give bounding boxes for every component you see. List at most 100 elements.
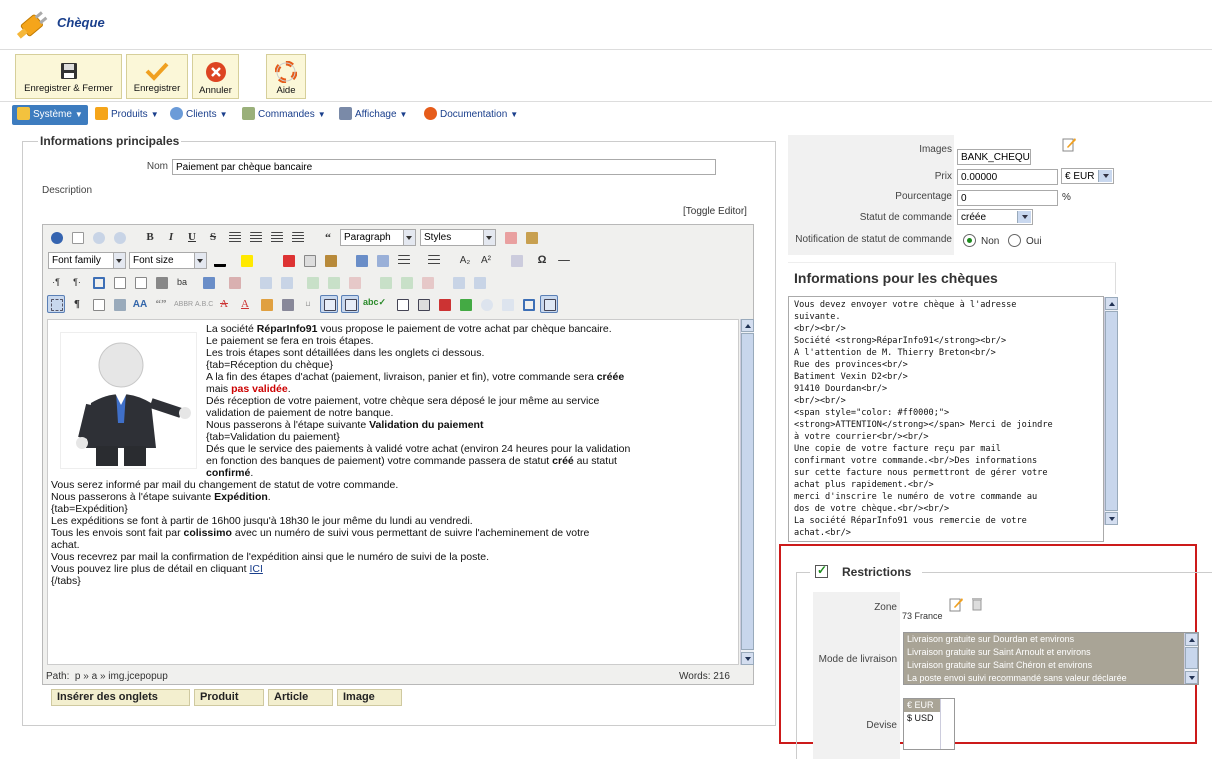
template-icon[interactable] xyxy=(89,295,107,313)
livraison-listbox[interactable]: Livraison gratuite sur Dourdan et enviro… xyxy=(903,632,1199,685)
livraison-option[interactable]: Livraison gratuite sur Saint Arnoult et … xyxy=(904,646,1198,659)
cite-icon[interactable]: “” xyxy=(152,295,170,313)
split-cells-icon[interactable] xyxy=(449,273,467,291)
attributes-icon[interactable] xyxy=(257,295,275,313)
editor-content[interactable]: La société RéparInfo91 vous propose le p… xyxy=(47,319,739,665)
scroll-up-icon[interactable] xyxy=(741,319,754,332)
align-right-icon[interactable] xyxy=(288,228,306,246)
popup-icon[interactable] xyxy=(477,295,495,313)
save-button[interactable]: Enregistrer xyxy=(126,54,188,99)
help-icon[interactable] xyxy=(47,228,65,246)
copy-icon[interactable] xyxy=(300,251,318,269)
del-icon[interactable]: A xyxy=(215,295,233,313)
new-doc-icon[interactable] xyxy=(68,228,86,246)
link-icon[interactable] xyxy=(320,295,338,313)
visual-aid-icon[interactable] xyxy=(47,295,65,313)
editor-text-run[interactable]: ICI xyxy=(249,563,262,575)
ltr-icon[interactable]: ·¶ xyxy=(47,273,65,291)
cheque-textarea[interactable]: Vous devez envoyer votre chèque à l'adre… xyxy=(788,296,1104,542)
paste-icon[interactable] xyxy=(321,251,339,269)
cancel-button[interactable]: Annuler xyxy=(192,54,239,99)
non-radio[interactable] xyxy=(963,234,976,247)
delete-row-icon[interactable] xyxy=(345,273,363,291)
insert-tabs-button[interactable]: Insérer des onglets xyxy=(51,689,190,706)
image-button[interactable]: Image xyxy=(337,689,402,706)
preview-icon[interactable] xyxy=(110,273,128,291)
menu-clients[interactable]: Clients ▼ xyxy=(170,105,228,125)
col-before-icon[interactable] xyxy=(376,273,394,291)
scroll-down-icon[interactable] xyxy=(741,652,754,665)
horizontal-rule-icon[interactable] xyxy=(554,251,572,269)
delete-table-icon[interactable] xyxy=(225,273,243,291)
table-row-props-icon[interactable] xyxy=(256,273,274,291)
images-input[interactable]: BANK_CHEQUE xyxy=(957,149,1031,165)
merge-cells-icon[interactable] xyxy=(470,273,488,291)
unlink-icon[interactable] xyxy=(341,295,359,313)
underline-icon[interactable]: U xyxy=(183,228,201,246)
subscript-icon[interactable]: A₂ xyxy=(456,251,474,269)
strikethrough-icon[interactable]: S xyxy=(204,228,222,246)
highlight-icon[interactable] xyxy=(237,251,255,269)
acronym-icon[interactable]: A.B.C xyxy=(194,295,213,313)
align-center-icon[interactable] xyxy=(246,228,264,246)
table-cell-props-icon[interactable] xyxy=(277,273,295,291)
font-size-select[interactable]: Font size xyxy=(129,252,207,269)
special-char-icon[interactable]: Ω xyxy=(533,251,551,269)
row-before-icon[interactable] xyxy=(303,273,321,291)
print-icon[interactable] xyxy=(152,273,170,291)
align-justify-icon[interactable] xyxy=(225,228,243,246)
fullscreen-icon[interactable] xyxy=(89,273,107,291)
show-blocks-icon[interactable]: ¶ xyxy=(68,295,86,313)
nom-input[interactable]: Paiement par chèque bancaire xyxy=(172,159,716,175)
text-color-icon[interactable] xyxy=(210,251,228,269)
cheque-scroll-thumb[interactable] xyxy=(1105,311,1118,511)
zone-delete-icon[interactable] xyxy=(971,597,983,611)
italic-icon[interactable]: I xyxy=(162,228,180,246)
indent-icon[interactable] xyxy=(352,251,370,269)
align-left-icon[interactable] xyxy=(267,228,285,246)
livraison-option[interactable]: La poste envoi suivi recommandé sans val… xyxy=(904,672,1198,684)
redo-icon[interactable] xyxy=(110,228,128,246)
insert-table-icon[interactable] xyxy=(199,273,217,291)
cheque-scroll-down-icon[interactable] xyxy=(1105,512,1118,525)
outdent-icon[interactable] xyxy=(373,251,391,269)
ins-icon[interactable]: A xyxy=(236,295,254,313)
blockquote-icon[interactable]: “ xyxy=(319,228,337,246)
unordered-list-icon[interactable] xyxy=(424,251,442,269)
edit-pencil-icon[interactable] xyxy=(1061,136,1077,152)
format-select[interactable]: Paragraph xyxy=(340,229,416,246)
undo-icon[interactable] xyxy=(89,228,107,246)
box-icon-btn[interactable] xyxy=(519,295,537,313)
media-icon[interactable] xyxy=(456,295,474,313)
editor-scroll-thumb[interactable] xyxy=(741,333,754,650)
ordered-list-icon[interactable] xyxy=(394,251,412,269)
devise-scrollbar[interactable] xyxy=(940,699,954,749)
livraison-option[interactable]: Livraison gratuite sur Dourdan et enviro… xyxy=(904,633,1198,646)
bold-icon[interactable]: B xyxy=(141,228,159,246)
layer-absolute-icon[interactable] xyxy=(414,295,432,313)
cheque-scroll-up-icon[interactable] xyxy=(1105,297,1118,310)
oui-radio[interactable] xyxy=(1008,234,1021,247)
broom-icon[interactable] xyxy=(522,228,540,246)
jcepopup-icon[interactable] xyxy=(540,295,558,313)
livraison-scroll-thumb[interactable] xyxy=(1185,647,1198,669)
row-after-icon[interactable] xyxy=(324,273,342,291)
file-manager-icon[interactable] xyxy=(435,295,453,313)
caption-icon[interactable] xyxy=(498,295,516,313)
source-code-icon[interactable] xyxy=(131,273,149,291)
livraison-scrollbar[interactable] xyxy=(1184,633,1198,684)
menu-systeme[interactable]: Système ▼ xyxy=(12,105,88,125)
col-after-icon[interactable] xyxy=(397,273,415,291)
anchor-icon[interactable] xyxy=(507,251,525,269)
pourcentage-input[interactable]: 0 xyxy=(957,190,1058,206)
styles-select[interactable]: Styles xyxy=(420,229,496,246)
cut-icon[interactable] xyxy=(279,251,297,269)
prix-input[interactable]: 0.00000 xyxy=(957,169,1058,185)
spellcheck-icon[interactable]: abc✓ xyxy=(362,295,386,313)
livraison-scroll-up-icon[interactable] xyxy=(1185,633,1198,646)
language-icon[interactable]: ba xyxy=(173,273,191,291)
save-close-button[interactable]: Enregistrer & Fermer xyxy=(15,54,122,99)
superscript-icon[interactable]: A² xyxy=(477,251,495,269)
menu-affichage[interactable]: Affichage ▼ xyxy=(339,105,407,125)
layer-icon[interactable] xyxy=(393,295,411,313)
